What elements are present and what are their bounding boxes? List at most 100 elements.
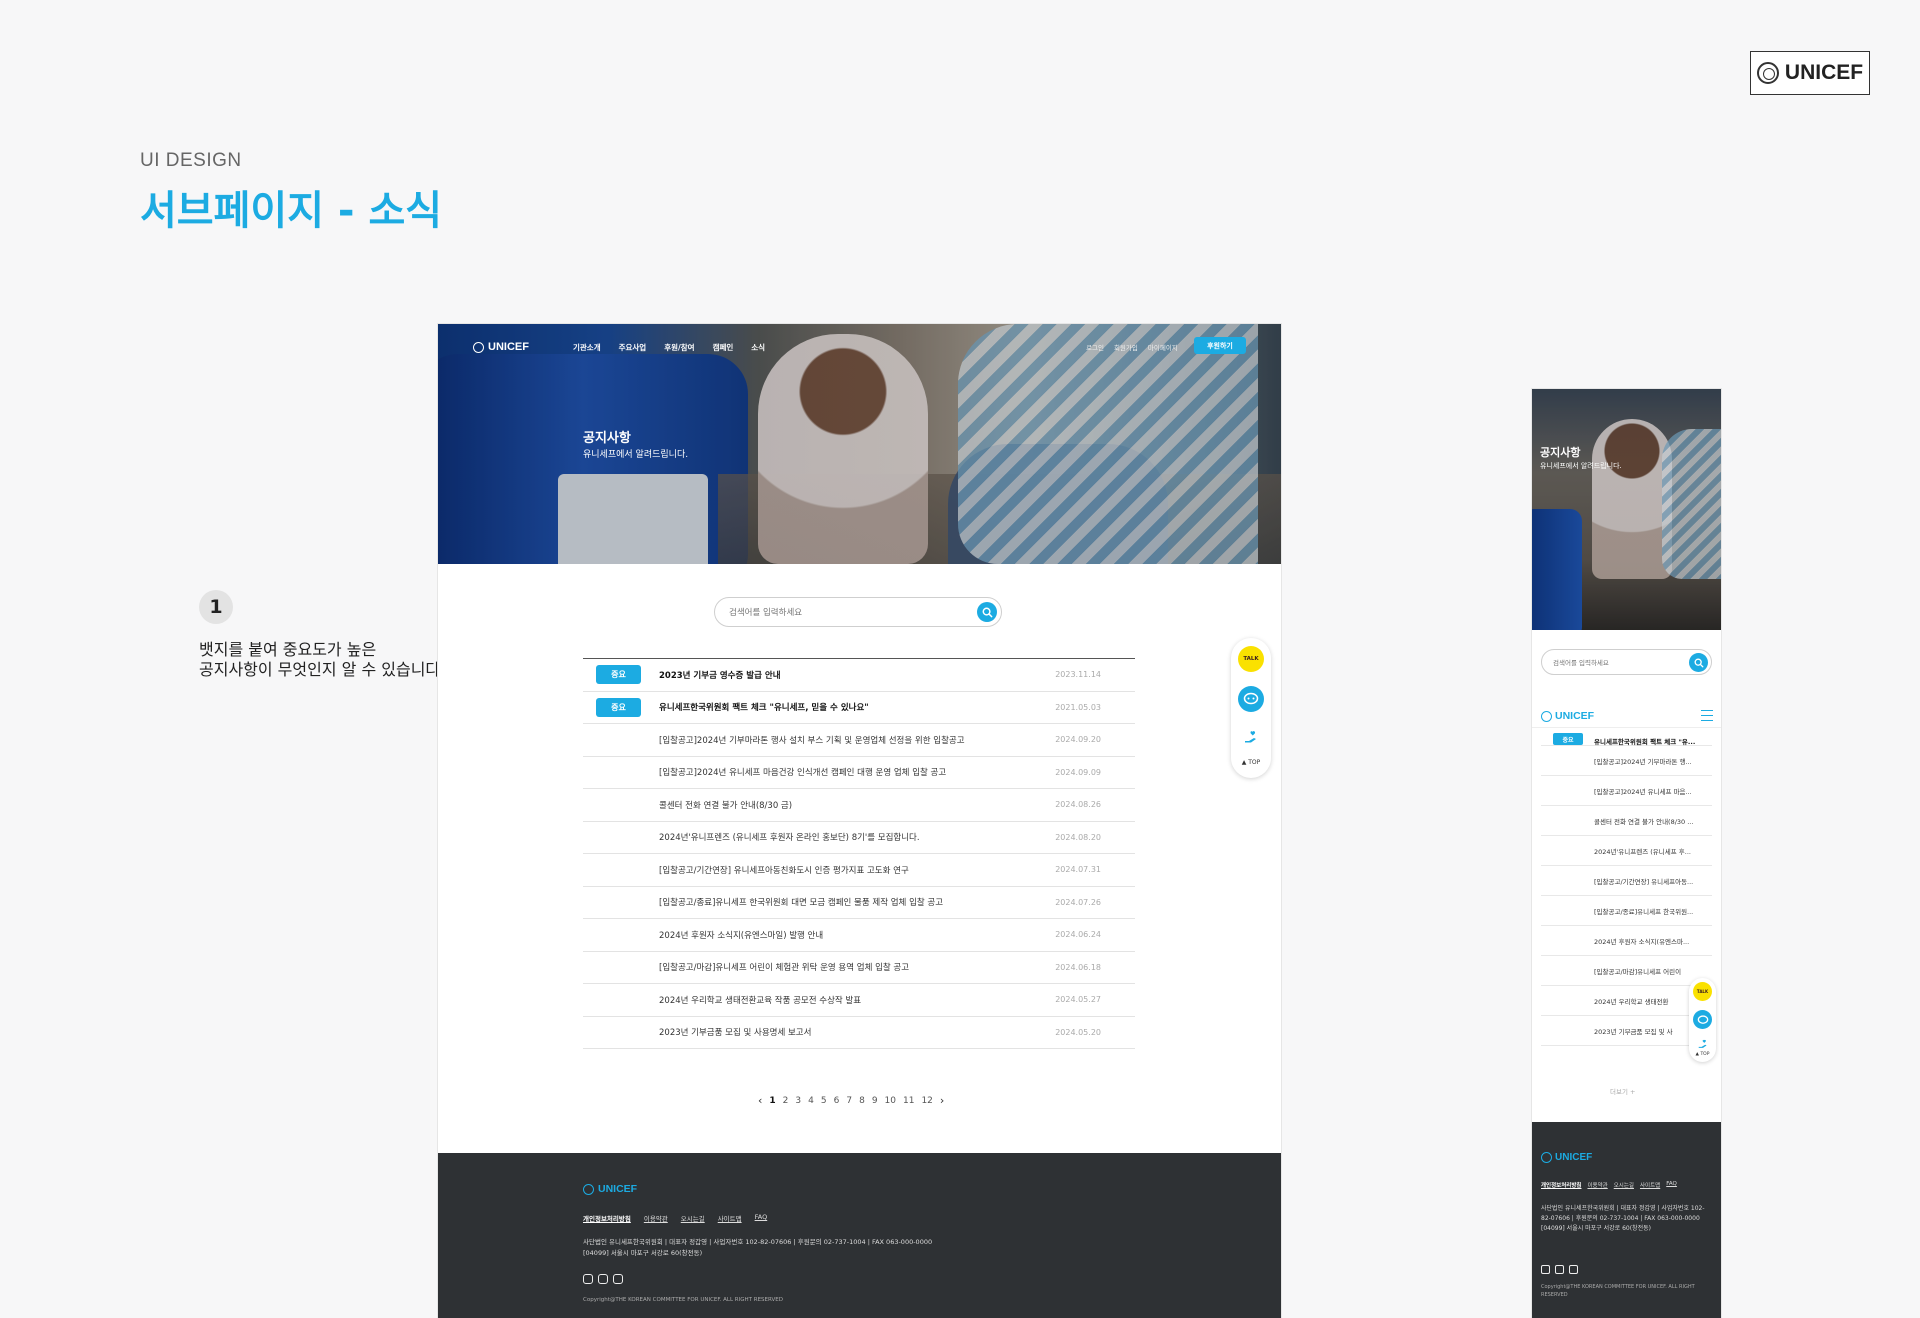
page-number[interactable]: 10 bbox=[885, 1096, 896, 1106]
notice-row[interactable]: 2024년'유니프렌즈 (유니세프 후원자 온라인 홍보단) 8기'를 모집합니… bbox=[583, 822, 1135, 854]
kakao-talk-button[interactable]: TALK bbox=[1238, 646, 1264, 672]
donate-quick-button[interactable] bbox=[1238, 724, 1264, 750]
login-link[interactable]: 로그인 bbox=[1086, 342, 1104, 352]
top-button[interactable]: ▲ TOP bbox=[1231, 759, 1271, 766]
page-number[interactable]: 6 bbox=[834, 1096, 840, 1106]
notice-title[interactable]: [입찰공고]2024년 기부마라톤 행사 설치 부스 기획 및 운영업체 선정을… bbox=[659, 734, 965, 746]
mobile-notice-row[interactable]: 2024년'유니프렌즈 (유니세프 후... bbox=[1541, 836, 1712, 866]
mobile-notice-title[interactable]: 콜센터 전화 연결 불가 안내(8/30 ... bbox=[1594, 816, 1693, 826]
youtube-icon[interactable] bbox=[1555, 1265, 1564, 1274]
mobile-footer-link-location[interactable]: 오시는길 bbox=[1614, 1181, 1634, 1189]
notice-row[interactable]: 2024년 우리학교 생태전환교육 작품 공모전 수상작 발표 2024.05.2… bbox=[583, 984, 1135, 1017]
search-input[interactable] bbox=[727, 604, 957, 621]
mobile-notice-title[interactable]: [입찰공고]2024년 유니세프 마음... bbox=[1594, 786, 1692, 796]
instagram-icon[interactable] bbox=[1541, 1265, 1550, 1274]
mobile-notice-row[interactable]: [입찰공고]2024년 기부마라톤 행... bbox=[1541, 746, 1712, 776]
footer-link-faq[interactable]: FAQ bbox=[755, 1213, 768, 1223]
mobile-donate-quick-button[interactable] bbox=[1693, 1034, 1712, 1053]
notice-title[interactable]: [입찰공고/기간연장] 유니세프아동친화도시 인증 평가지표 고도화 연구 bbox=[659, 864, 909, 876]
mobile-notice-row[interactable]: 콜센터 전화 연결 불가 안내(8/30 ... bbox=[1541, 806, 1712, 836]
search-button[interactable] bbox=[977, 602, 997, 622]
nav-item-campaign[interactable]: 캠페인 bbox=[713, 342, 734, 353]
nav-item-news[interactable]: 소식 bbox=[751, 342, 765, 353]
mobile-notice-title[interactable]: [입찰공고/종료]유니세프 한국위원... bbox=[1594, 906, 1693, 916]
notice-row[interactable]: 중요 유니세프한국위원회 팩트 체크 "유니세프, 믿을 수 있나요" 2021.0… bbox=[583, 692, 1135, 724]
mobile-notice-row[interactable]: 중요 유니세프한국위원회 팩트 체크 "유... bbox=[1541, 732, 1712, 746]
more-button[interactable]: 더보기 + bbox=[1610, 1086, 1635, 1096]
mobile-notice-title[interactable]: 유니세프한국위원회 팩트 체크 "유... bbox=[1594, 736, 1695, 746]
mobile-notice-title[interactable]: 2024년 우리학교 생태전환 bbox=[1594, 996, 1669, 1006]
notice-row[interactable]: 콜센터 전화 연결 불가 안내(8/30 금) 2024.08.26 bbox=[583, 789, 1135, 822]
hamburger-menu-icon[interactable] bbox=[1701, 710, 1713, 721]
linkedin-icon[interactable] bbox=[1569, 1265, 1578, 1274]
notice-title[interactable]: 2023년 기부금 영수증 발급 안내 bbox=[659, 669, 781, 681]
mobile-notice-row[interactable]: [입찰공고/종료]유니세프 한국위원... bbox=[1541, 896, 1712, 926]
page-number[interactable]: 3 bbox=[795, 1096, 801, 1106]
page-number[interactable]: 12 bbox=[921, 1096, 932, 1106]
notice-row[interactable]: 2023년 기부금품 모집 및 사용명세 보고서 2024.05.20 bbox=[583, 1017, 1135, 1049]
nav-logo[interactable]: UNICEF bbox=[473, 341, 529, 353]
mobile-notice-row[interactable]: [입찰공고/기간연장] 유니세프아동... bbox=[1541, 866, 1712, 896]
page-number[interactable]: 7 bbox=[846, 1096, 852, 1106]
mobile-notice-row[interactable]: 2023년 기부금품 모집 및 사 bbox=[1541, 1016, 1712, 1046]
mobile-footer-link-privacy[interactable]: 개인정보처리방침 bbox=[1541, 1181, 1581, 1189]
notice-row[interactable]: [입찰공고/종료]유니세프 한국위원회 대면 모금 캠페인 물품 제작 업체 입… bbox=[583, 887, 1135, 919]
mobile-notice-row[interactable]: [입찰공고]2024년 유니세프 마음... bbox=[1541, 776, 1712, 806]
youtube-icon[interactable] bbox=[598, 1274, 608, 1284]
notice-row[interactable]: 2024년 후원자 소식지(유엔스마일) 발행 안내 2024.06.24 bbox=[583, 919, 1135, 952]
mobile-chatbot-button[interactable] bbox=[1693, 1010, 1712, 1029]
page-number[interactable]: 4 bbox=[808, 1096, 814, 1106]
donate-button[interactable]: 후원하기 bbox=[1194, 337, 1246, 354]
footer-link-privacy[interactable]: 개인정보처리방침 bbox=[583, 1213, 631, 1223]
mobile-search-button[interactable] bbox=[1689, 653, 1708, 672]
mobile-footer-link-terms[interactable]: 이용약관 bbox=[1587, 1181, 1607, 1189]
mobile-notice-title[interactable]: [입찰공고/기간연장] 유니세프아동... bbox=[1594, 876, 1693, 886]
page-number[interactable]: 2 bbox=[783, 1096, 789, 1106]
mobile-logo[interactable]: UNICEF bbox=[1541, 710, 1594, 722]
mobile-notice-title[interactable]: 2023년 기부금품 모집 및 사 bbox=[1594, 1026, 1673, 1036]
page-number[interactable]: 9 bbox=[872, 1096, 878, 1106]
next-page-icon[interactable]: › bbox=[940, 1094, 944, 1107]
instagram-icon[interactable] bbox=[583, 1274, 593, 1284]
linkedin-icon[interactable] bbox=[613, 1274, 623, 1284]
notice-row[interactable]: [입찰공고]2024년 기부마라톤 행사 설치 부스 기획 및 운영업체 선정을… bbox=[583, 724, 1135, 757]
notice-title[interactable]: 2024년'유니프렌즈 (유니세프 후원자 온라인 홍보단) 8기'를 모집합니… bbox=[659, 831, 920, 843]
notice-row[interactable]: [입찰공고/기간연장] 유니세프아동친화도시 인증 평가지표 고도화 연구 202… bbox=[583, 854, 1135, 887]
notice-title[interactable]: [입찰공고/종료]유니세프 한국위원회 대면 모금 캠페인 물품 제작 업체 입… bbox=[659, 896, 943, 908]
notice-row[interactable]: [입찰공고/마감]유니세프 어린이 체험관 위탁 운영 용역 업체 입찰 공고 2… bbox=[583, 952, 1135, 984]
notice-title[interactable]: 2024년 후원자 소식지(유엔스마일) 발행 안내 bbox=[659, 929, 823, 941]
footer-link-location[interactable]: 오시는길 bbox=[681, 1213, 705, 1223]
notice-title[interactable]: [입찰공고/마감]유니세프 어린이 체험관 위탁 운영 용역 업체 입찰 공고 bbox=[659, 961, 909, 973]
chatbot-button[interactable] bbox=[1238, 686, 1264, 712]
footer-link-sitemap[interactable]: 사이트맵 bbox=[718, 1213, 742, 1223]
page-number[interactable]: 1 bbox=[769, 1096, 775, 1106]
nav-item-business[interactable]: 주요사업 bbox=[619, 342, 647, 353]
notice-row[interactable]: 중요 2023년 기부금 영수증 발급 안내 2023.11.14 bbox=[583, 659, 1135, 692]
page-number[interactable]: 11 bbox=[903, 1096, 914, 1106]
nav-item-about[interactable]: 기관소개 bbox=[573, 342, 601, 353]
page-number[interactable]: 5 bbox=[821, 1096, 827, 1106]
mobile-top-button[interactable]: ▲ TOP bbox=[1689, 1052, 1716, 1057]
page-number[interactable]: 8 bbox=[859, 1096, 865, 1106]
notice-row[interactable]: [입찰공고]2024년 유니세프 마음건강 인식개선 캠페인 대행 운영 업체 … bbox=[583, 757, 1135, 789]
notice-title[interactable]: [입찰공고]2024년 유니세프 마음건강 인식개선 캠페인 대행 운영 업체 … bbox=[659, 766, 946, 778]
notice-title[interactable]: 2024년 우리학교 생태전환교육 작품 공모전 수상작 발표 bbox=[659, 994, 861, 1006]
mobile-notice-title[interactable]: 2024년'유니프렌즈 (유니세프 후... bbox=[1594, 846, 1691, 856]
nav-item-support[interactable]: 후원/참여 bbox=[664, 342, 694, 353]
mobile-notice-row[interactable]: [입찰공고/마감]유니세프 어린이 bbox=[1541, 956, 1712, 986]
mobile-footer-link-faq[interactable]: FAQ bbox=[1666, 1181, 1677, 1189]
notice-title[interactable]: 콜센터 전화 연결 불가 안내(8/30 금) bbox=[659, 799, 792, 811]
mobile-notice-row[interactable]: 2024년 후원자 소식지(유엔스마... bbox=[1541, 926, 1712, 956]
notice-title[interactable]: 유니세프한국위원회 팩트 체크 "유니세프, 믿을 수 있나요" bbox=[659, 701, 869, 713]
footer-link-terms[interactable]: 이용약관 bbox=[644, 1213, 668, 1223]
signup-link[interactable]: 회원가입 bbox=[1114, 342, 1138, 352]
mobile-notice-row[interactable]: 2024년 우리학교 생태전환 bbox=[1541, 986, 1712, 1016]
mobile-notice-title[interactable]: [입찰공고/마감]유니세프 어린이 bbox=[1594, 966, 1681, 976]
mobile-notice-title[interactable]: 2024년 후원자 소식지(유엔스마... bbox=[1594, 936, 1689, 946]
mypage-link[interactable]: 마이페이지 bbox=[1148, 342, 1178, 352]
mobile-kakao-talk-button[interactable]: TALK bbox=[1693, 982, 1712, 1001]
prev-page-icon[interactable]: ‹ bbox=[758, 1094, 762, 1107]
mobile-search-input[interactable] bbox=[1551, 655, 1681, 670]
mobile-notice-title[interactable]: [입찰공고]2024년 기부마라톤 행... bbox=[1594, 756, 1692, 766]
mobile-footer-link-sitemap[interactable]: 사이트맵 bbox=[1640, 1181, 1660, 1189]
